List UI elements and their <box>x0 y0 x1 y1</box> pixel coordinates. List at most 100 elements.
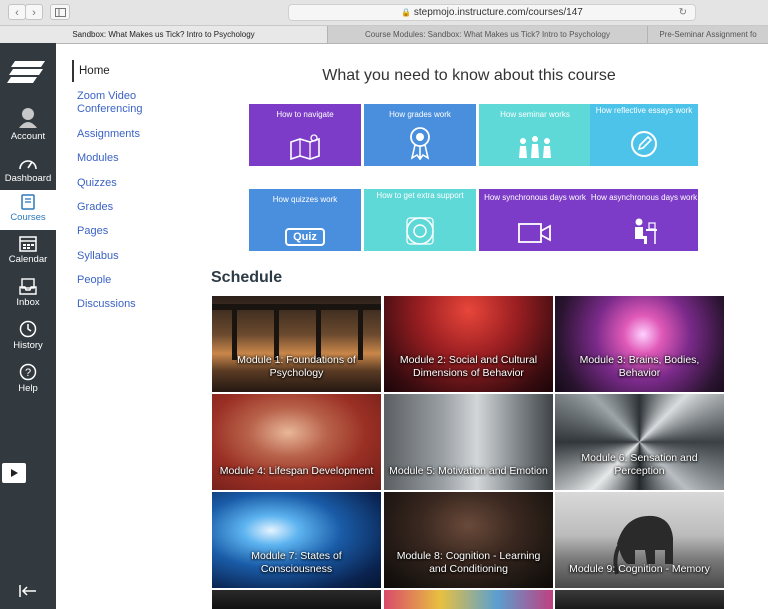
tile-how-asynchronous-days-work[interactable]: How asynchronous days work <box>590 189 698 251</box>
address-bar[interactable]: 🔒 stepmojo.instructure.com/courses/147 ↻ <box>288 4 696 21</box>
sidebar-toggle-button[interactable] <box>50 4 70 20</box>
tab-pre-seminar[interactable]: Pre-Seminar Assignment fo <box>647 26 768 43</box>
global-nav-calendar[interactable]: Calendar <box>0 235 56 265</box>
tile-label: How asynchronous days work <box>590 193 698 202</box>
video-camera-icon <box>518 223 551 243</box>
calendar-icon <box>19 236 37 252</box>
tile-label: How seminar works <box>500 110 570 119</box>
help-icon: ? <box>19 363 37 381</box>
logo-icon <box>7 61 45 83</box>
tile-label: How grades work <box>389 110 451 119</box>
award-ribbon-icon <box>410 127 430 160</box>
map-icon <box>290 134 320 160</box>
courses-icon <box>21 194 35 210</box>
tile-label: How synchronous days work <box>484 193 586 202</box>
lock-icon: 🔒 <box>401 8 412 17</box>
course-nav-quizzes[interactable]: Quizzes <box>77 177 117 190</box>
module-card-9[interactable]: Module 9: Cognition - Memory <box>555 492 724 588</box>
global-nav-label: Account <box>10 131 46 142</box>
page-title: What you need to know about this course <box>322 67 616 84</box>
quiz-bubble-icon: Quiz <box>285 228 325 246</box>
reload-icon[interactable]: ↻ <box>679 5 687 20</box>
account-icon <box>19 108 37 128</box>
global-nav-dashboard[interactable]: Dashboard <box>0 155 56 184</box>
module-card-5[interactable]: Module 5: Motivation and Emotion <box>384 394 553 490</box>
global-nav-label: Courses <box>10 212 46 223</box>
global-nav-label: History <box>13 340 43 351</box>
tile-how-quizzes-work[interactable]: How quizzes work Quiz <box>249 189 361 251</box>
module-card-2[interactable]: Module 2: Social and Cultural Dimensions… <box>384 296 553 392</box>
tab-bar: Sandbox: What Makes us Tick? Intro to Ps… <box>0 26 768 44</box>
canvas-logo[interactable] <box>7 55 49 89</box>
tile-how-reflective-essays-work[interactable]: How reflective essays work <box>590 104 698 166</box>
tile-how-to-get-extra-support[interactable]: How to get extra support <box>364 189 476 251</box>
url-text: stepmojo.instructure.com/courses/147 <box>413 7 583 18</box>
tile-how-to-navigate[interactable]: How to navigate <box>249 104 361 166</box>
global-nav-help[interactable]: ? Help <box>0 363 56 394</box>
module-title: Module 4: Lifespan Development <box>219 465 374 477</box>
module-title: Module 1: Foundations of Psychology <box>237 354 356 379</box>
global-nav-label: Dashboard <box>4 173 52 184</box>
svg-text:?: ? <box>25 367 31 379</box>
course-nav-grades[interactable]: Grades <box>77 201 113 214</box>
media-play-button[interactable] <box>2 463 26 483</box>
global-nav-label: Calendar <box>8 254 48 265</box>
module-title: Module 7: States of Consciousness <box>251 550 342 575</box>
course-nav-discussions[interactable]: Discussions <box>77 298 136 311</box>
sidebar-icon <box>54 8 66 17</box>
tab-course-modules[interactable]: Course Modules: Sandbox: What Makes us T… <box>327 26 647 43</box>
tile-how-synchronous-days-work[interactable]: How synchronous days work <box>479 189 591 251</box>
back-button[interactable]: ‹ <box>8 4 26 20</box>
collapse-nav-button[interactable] <box>18 584 38 603</box>
collapse-icon <box>19 585 36 597</box>
global-nav: Account Dashboard Courses Calendar Inbox… <box>0 43 56 609</box>
tile-label: How to navigate <box>276 110 334 119</box>
course-nav-people[interactable]: People <box>77 274 111 287</box>
module-card-6[interactable]: Module 6: Sensation and Perception <box>555 394 724 490</box>
life-ring-icon <box>406 217 434 245</box>
course-nav-modules[interactable]: Modules <box>77 152 119 165</box>
tile-how-seminar-works[interactable]: How seminar works <box>479 104 591 166</box>
global-nav-account[interactable]: Account <box>0 107 56 142</box>
module-card-8[interactable]: Module 8: Cognition - Learning and Condi… <box>384 492 553 588</box>
inbox-icon <box>19 278 37 295</box>
module-card-10-partial[interactable] <box>212 590 381 609</box>
module-title: Module 8: Cognition - Learning and Condi… <box>396 550 541 575</box>
global-nav-label: Help <box>18 383 38 394</box>
module-title: Module 3: Brains, Bodies, Behavior <box>579 354 700 379</box>
course-nav-syllabus[interactable]: Syllabus <box>77 250 119 263</box>
module-card-3[interactable]: Module 3: Brains, Bodies, Behavior <box>555 296 724 392</box>
play-icon <box>11 469 18 477</box>
global-nav-history[interactable]: History <box>0 320 56 351</box>
tile-how-grades-work[interactable]: How grades work <box>364 104 476 166</box>
module-card-12-partial[interactable] <box>555 590 724 609</box>
tile-label: How reflective essays work <box>595 106 693 115</box>
global-nav-inbox[interactable]: Inbox <box>0 278 56 308</box>
history-icon <box>19 320 37 338</box>
person-at-desk-icon <box>635 218 657 244</box>
forward-button[interactable]: › <box>25 4 43 20</box>
module-card-7[interactable]: Module 7: States of Consciousness <box>212 492 381 588</box>
module-card-1[interactable]: Module 1: Foundations of Psychology <box>212 296 381 392</box>
module-title: Module 5: Motivation and Emotion <box>389 465 548 477</box>
group-people-icon <box>519 136 551 158</box>
tile-label: How quizzes work <box>272 195 338 204</box>
module-card-4[interactable]: Module 4: Lifespan Development <box>212 394 381 490</box>
module-title: Module 6: Sensation and Perception <box>581 452 698 477</box>
course-nav-zoom[interactable]: Zoom Video Conferencing <box>77 90 157 116</box>
dashboard-icon <box>19 160 37 170</box>
browser-toolbar: ‹ › 🔒 stepmojo.instructure.com/courses/1… <box>0 0 768 26</box>
pencil-circle-icon <box>631 131 657 157</box>
tile-label: How to get extra support <box>376 191 464 200</box>
global-nav-courses[interactable]: Courses <box>0 190 56 230</box>
global-nav-label: Inbox <box>16 297 40 308</box>
course-nav-home[interactable]: Home <box>72 60 110 82</box>
quiz-icon-text: Quiz <box>293 231 317 243</box>
module-title: Module 9: Cognition - Memory <box>569 563 710 575</box>
module-card-11-partial[interactable] <box>384 590 553 609</box>
schedule-heading: Schedule <box>211 269 283 286</box>
course-nav-pages[interactable]: Pages <box>77 225 108 238</box>
tab-course-home[interactable]: Sandbox: What Makes us Tick? Intro to Ps… <box>0 26 327 43</box>
course-nav-assignments[interactable]: Assignments <box>77 128 140 141</box>
module-title: Module 2: Social and Cultural Dimensions… <box>399 354 538 379</box>
